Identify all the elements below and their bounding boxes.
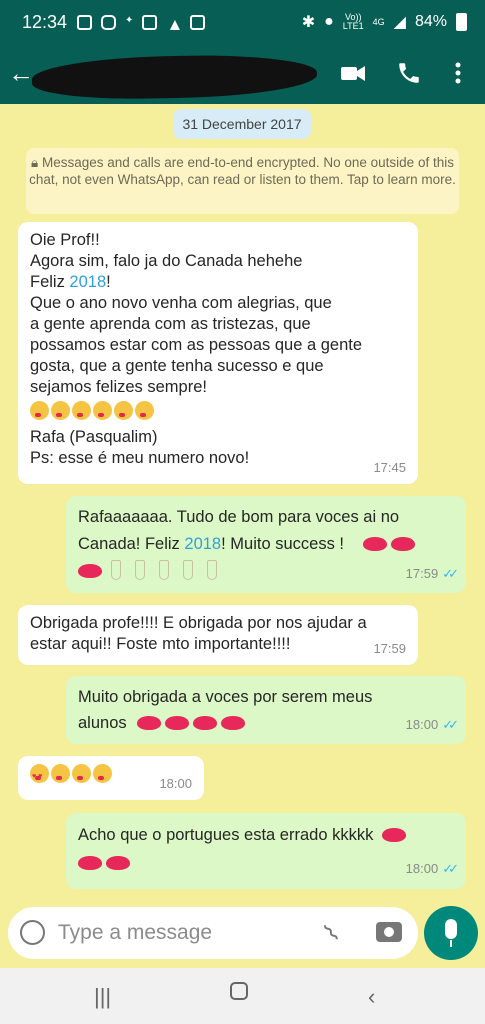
video-call-icon[interactable] — [340, 60, 366, 86]
message-composer[interactable]: Type a message ⌇ — [8, 907, 418, 959]
message-outgoing[interactable]: Rafaaaaaaa. Tudo de bom para voces ai no… — [66, 496, 466, 593]
message-incoming[interactable]: Oie Prof!! Agora sim, falo ja do Canada … — [18, 222, 418, 484]
recent-apps-icon[interactable]: ||| — [94, 984, 111, 1010]
message-incoming[interactable]: Obrigada profe!!!! E obrigada por nos aj… — [18, 605, 418, 665]
encryption-notice[interactable]: 🔒︎ Messages and calls are end-to-end enc… — [26, 148, 459, 214]
system-nav-bar: ||| ‹ — [0, 968, 485, 1024]
champagne-glass-emoji — [182, 560, 193, 580]
emoji-row — [78, 849, 454, 877]
kiss-mark-emoji — [362, 537, 387, 551]
home-icon[interactable] — [230, 982, 248, 1000]
emoji-row — [78, 558, 454, 585]
app-notification-icon — [77, 14, 93, 30]
read-receipt-icon: ✓✓ — [442, 566, 459, 581]
kiss-mark-emoji — [381, 828, 406, 842]
kiss-mark-emoji — [193, 716, 218, 730]
phone-icon[interactable] — [396, 60, 422, 86]
notification-icons: ✦ ▲ — [77, 14, 206, 34]
network-type: 4G — [372, 16, 385, 27]
kiss-mark-emoji — [78, 564, 102, 578]
mic-button[interactable] — [424, 906, 478, 960]
back-nav-icon[interactable]: ‹ — [368, 984, 375, 1010]
signal-icon: ◢ — [393, 14, 406, 31]
arrow-left-icon[interactable]: ← — [8, 58, 34, 88]
message-input[interactable]: Type a message — [58, 921, 212, 945]
kiss-mark-emoji — [221, 716, 246, 730]
camera-icon[interactable] — [376, 922, 402, 942]
status-bar: 12:34 ✦ ▲ ✱ ● Vo)) LTE1 4G ◢ 84% — [0, 0, 485, 44]
kissing-face-emoji — [51, 764, 70, 783]
kissing-face-emoji — [135, 401, 154, 420]
read-receipt-icon: ✓✓ — [442, 717, 459, 732]
message-outgoing[interactable]: Muito obrigada a voces por serem meus al… — [66, 676, 466, 744]
champagne-glass-emoji — [134, 560, 145, 580]
message-incoming[interactable]: 18:00 — [18, 756, 204, 800]
kissing-face-emoji — [93, 764, 112, 783]
kiss-mark-emoji — [390, 537, 415, 551]
checkbox-icon — [142, 14, 158, 30]
chat-header: ← — [0, 44, 485, 104]
location-icon: ● — [324, 13, 334, 30]
date-divider: 31 December 2017 — [173, 109, 311, 139]
emoji-icon[interactable] — [20, 920, 45, 945]
fire-icon: ▲ — [166, 14, 184, 34]
kissing-face-emoji — [72, 401, 91, 420]
battery-percent: 84% — [414, 13, 447, 30]
kissing-face-emoji — [93, 401, 112, 420]
message-time: 17:59 ✓✓ — [405, 566, 459, 581]
champagne-glass-emoji — [206, 560, 217, 580]
more-vert-icon[interactable] — [450, 60, 466, 86]
status-time: 12:34 — [22, 11, 68, 32]
chat-area[interactable]: 31 December 2017 🔒︎ Messages and calls a… — [0, 104, 485, 904]
kiss-mark-emoji — [165, 716, 190, 730]
kissing-face-emoji — [30, 401, 49, 420]
bluetooth-icon: ✱ — [301, 14, 316, 31]
message-outgoing[interactable]: Acho que o portugues esta errado kkkkk 1… — [66, 813, 466, 889]
gallery-icon — [190, 14, 206, 30]
attach-icon[interactable]: ⌇ — [318, 919, 346, 949]
kissing-face-emoji — [51, 401, 70, 420]
message-time: 18:00 ✓✓ — [405, 717, 459, 732]
champagne-glass-emoji — [110, 560, 121, 580]
kiss-mark-emoji — [78, 856, 102, 870]
emoji-row — [30, 398, 406, 427]
kissing-face-emoji — [72, 764, 91, 783]
instagram-icon — [101, 14, 117, 30]
mic-icon — [445, 919, 457, 939]
battery-icon — [456, 13, 467, 31]
redacted-contact-name[interactable] — [31, 53, 318, 101]
app-notification-icon: ✦ — [125, 14, 134, 26]
message-time: 18:00 ✓✓ — [405, 861, 459, 876]
message-time: 17:45 — [373, 460, 406, 475]
kiss-mark-emoji — [137, 716, 162, 730]
message-time: 18:00 — [159, 776, 192, 791]
champagne-glass-emoji — [158, 560, 169, 580]
kiss-mark-emoji — [106, 856, 130, 870]
volte-indicator: Vo)) LTE1 — [342, 12, 364, 31]
heart-eyes-emoji — [30, 764, 49, 787]
lock-icon: 🔒︎ — [31, 155, 42, 170]
message-time: 17:59 — [373, 641, 406, 656]
read-receipt-icon: ✓✓ — [442, 861, 459, 876]
kissing-face-emoji — [114, 401, 133, 420]
